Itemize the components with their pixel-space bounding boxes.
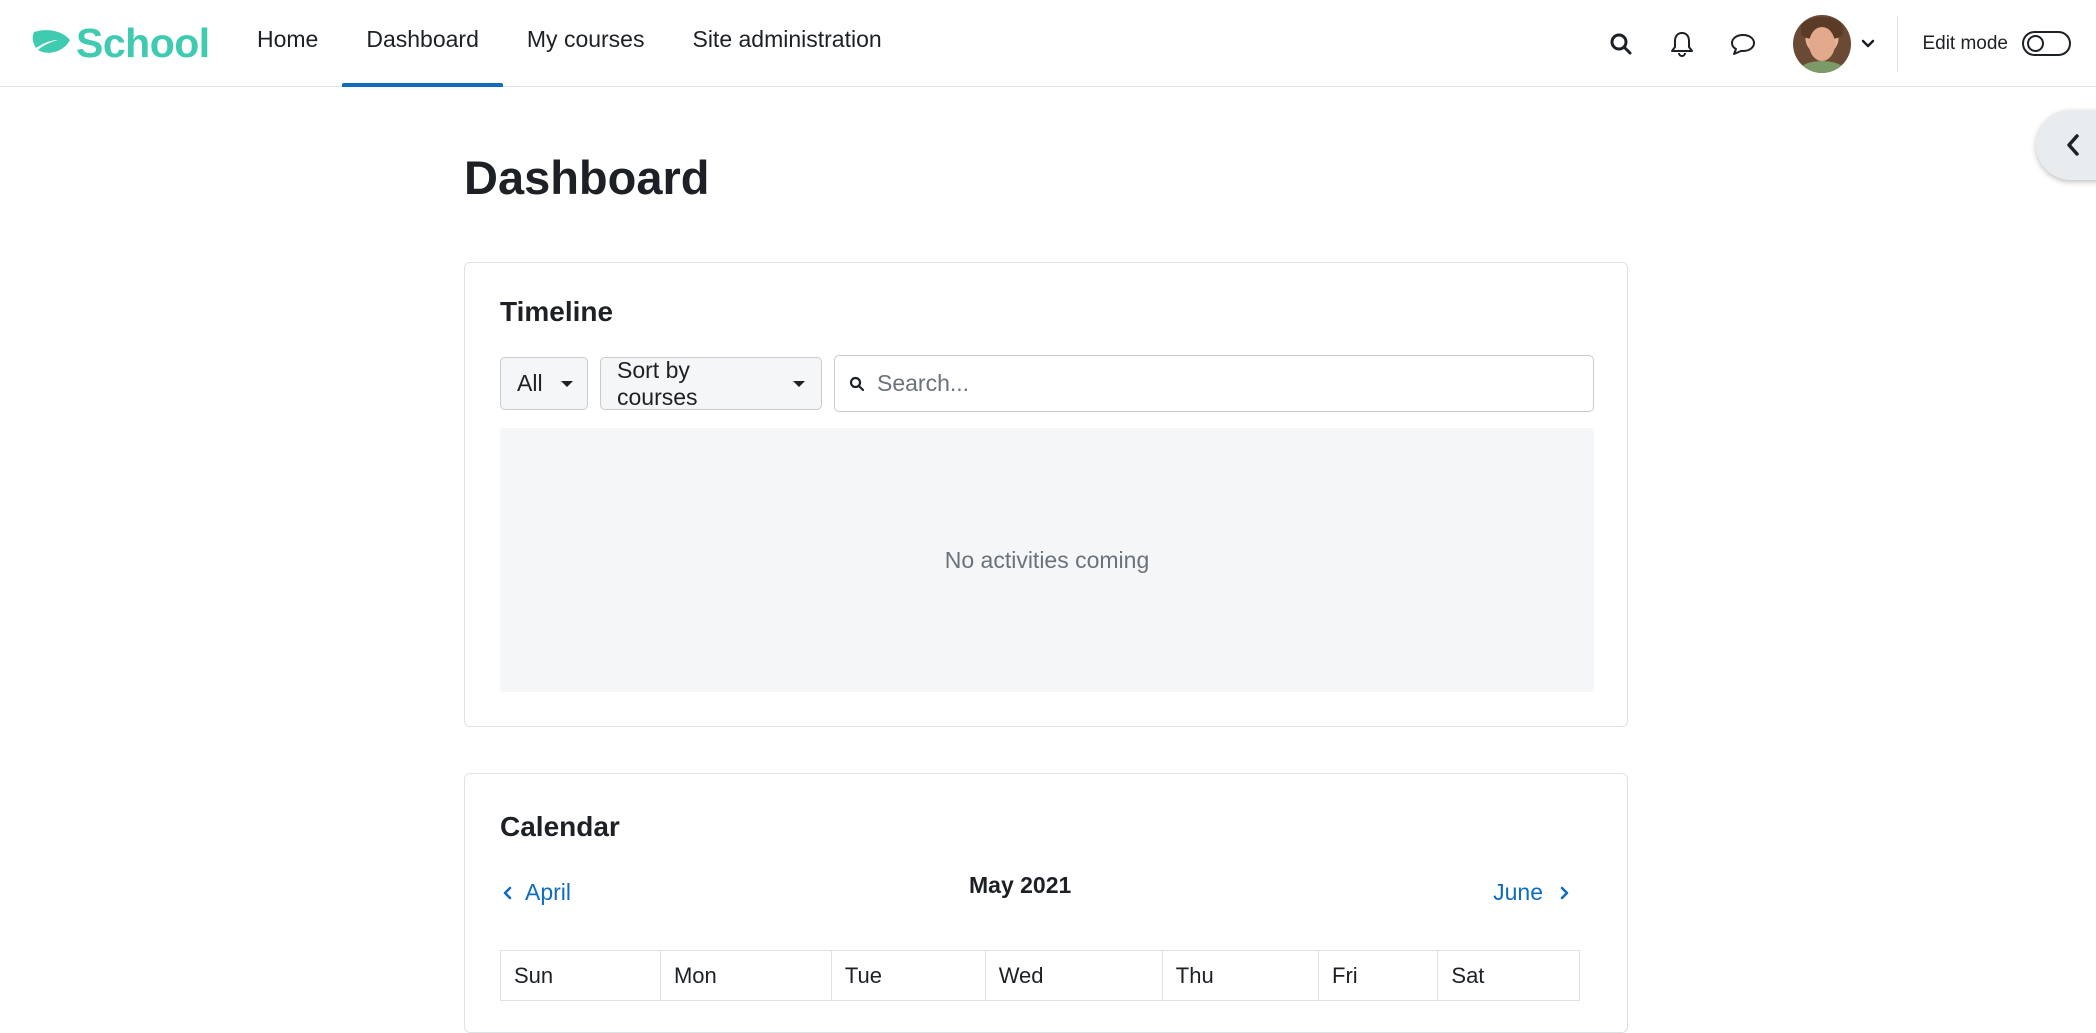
calendar-current-month: May 2021	[969, 872, 1072, 898]
timeline-title: Timeline	[500, 296, 614, 327]
bell-icon	[1670, 31, 1693, 57]
timeline-empty-state: No activities coming	[500, 428, 1594, 692]
user-menu[interactable]	[1793, 14, 1879, 73]
chat-bubble-icon	[1730, 33, 1755, 55]
calendar-prev-month-link[interactable]: April	[501, 879, 571, 906]
caret-down-icon	[793, 380, 805, 387]
search-button[interactable]	[1590, 13, 1651, 74]
timeline-filter-dropdown[interactable]: All	[500, 357, 588, 410]
chevron-left-icon	[503, 886, 512, 899]
caret-down-icon	[560, 380, 573, 387]
notifications-button[interactable]	[1651, 13, 1712, 74]
timeline-filter-label: All	[517, 370, 543, 396]
calendar-prev-month-label: April	[525, 879, 572, 905]
timeline-sort-label: Sort by courses	[617, 356, 698, 410]
leaf-logo-icon	[32, 30, 70, 53]
timeline-sort-dropdown[interactable]: Sort by courses	[600, 357, 822, 410]
nav-link-site-administration[interactable]: Site administration	[668, 0, 905, 87]
open-block-drawer-button[interactable]	[2036, 110, 2096, 180]
chevron-right-icon	[1560, 886, 1569, 899]
edit-mode-label: Edit mode	[1922, 32, 2008, 54]
page-title: Dashboard	[464, 151, 710, 204]
site-logo[interactable]: School	[32, 18, 210, 68]
primary-navigation: Home Dashboard My courses Site administr…	[233, 0, 906, 87]
chevron-left-icon	[2067, 134, 2079, 156]
edit-mode-switch[interactable]: Edit mode	[1898, 31, 2096, 56]
top-navbar: School Home Dashboard My courses Site ad…	[0, 0, 2096, 87]
calendar-next-month-link[interactable]: June	[1493, 879, 1571, 906]
site-name: School	[76, 19, 210, 66]
search-icon	[1610, 33, 1632, 54]
nav-link-my-courses[interactable]: My courses	[503, 0, 669, 87]
empty-state-message: No activities coming	[944, 546, 1150, 573]
timeline-search	[834, 355, 1594, 412]
nav-link-dashboard[interactable]: Dashboard	[342, 0, 503, 87]
nav-link-home[interactable]: Home	[233, 0, 342, 87]
messages-button[interactable]	[1712, 13, 1773, 74]
navbar-actions: Edit mode	[1590, 0, 2096, 87]
timeline-block: Timeline All Sort by courses No activiti…	[464, 262, 1628, 727]
calendar-block: Calendar April May 2021 June Sun Mon Tue…	[464, 773, 1628, 1033]
chevron-down-icon	[1862, 39, 1875, 47]
search-icon	[849, 376, 865, 391]
calendar-next-month-label: June	[1493, 879, 1543, 905]
calendar-title: Calendar	[500, 811, 620, 842]
avatar	[1793, 14, 1852, 73]
edit-mode-toggle[interactable]	[2022, 31, 2071, 56]
timeline-search-input[interactable]	[877, 370, 1557, 397]
